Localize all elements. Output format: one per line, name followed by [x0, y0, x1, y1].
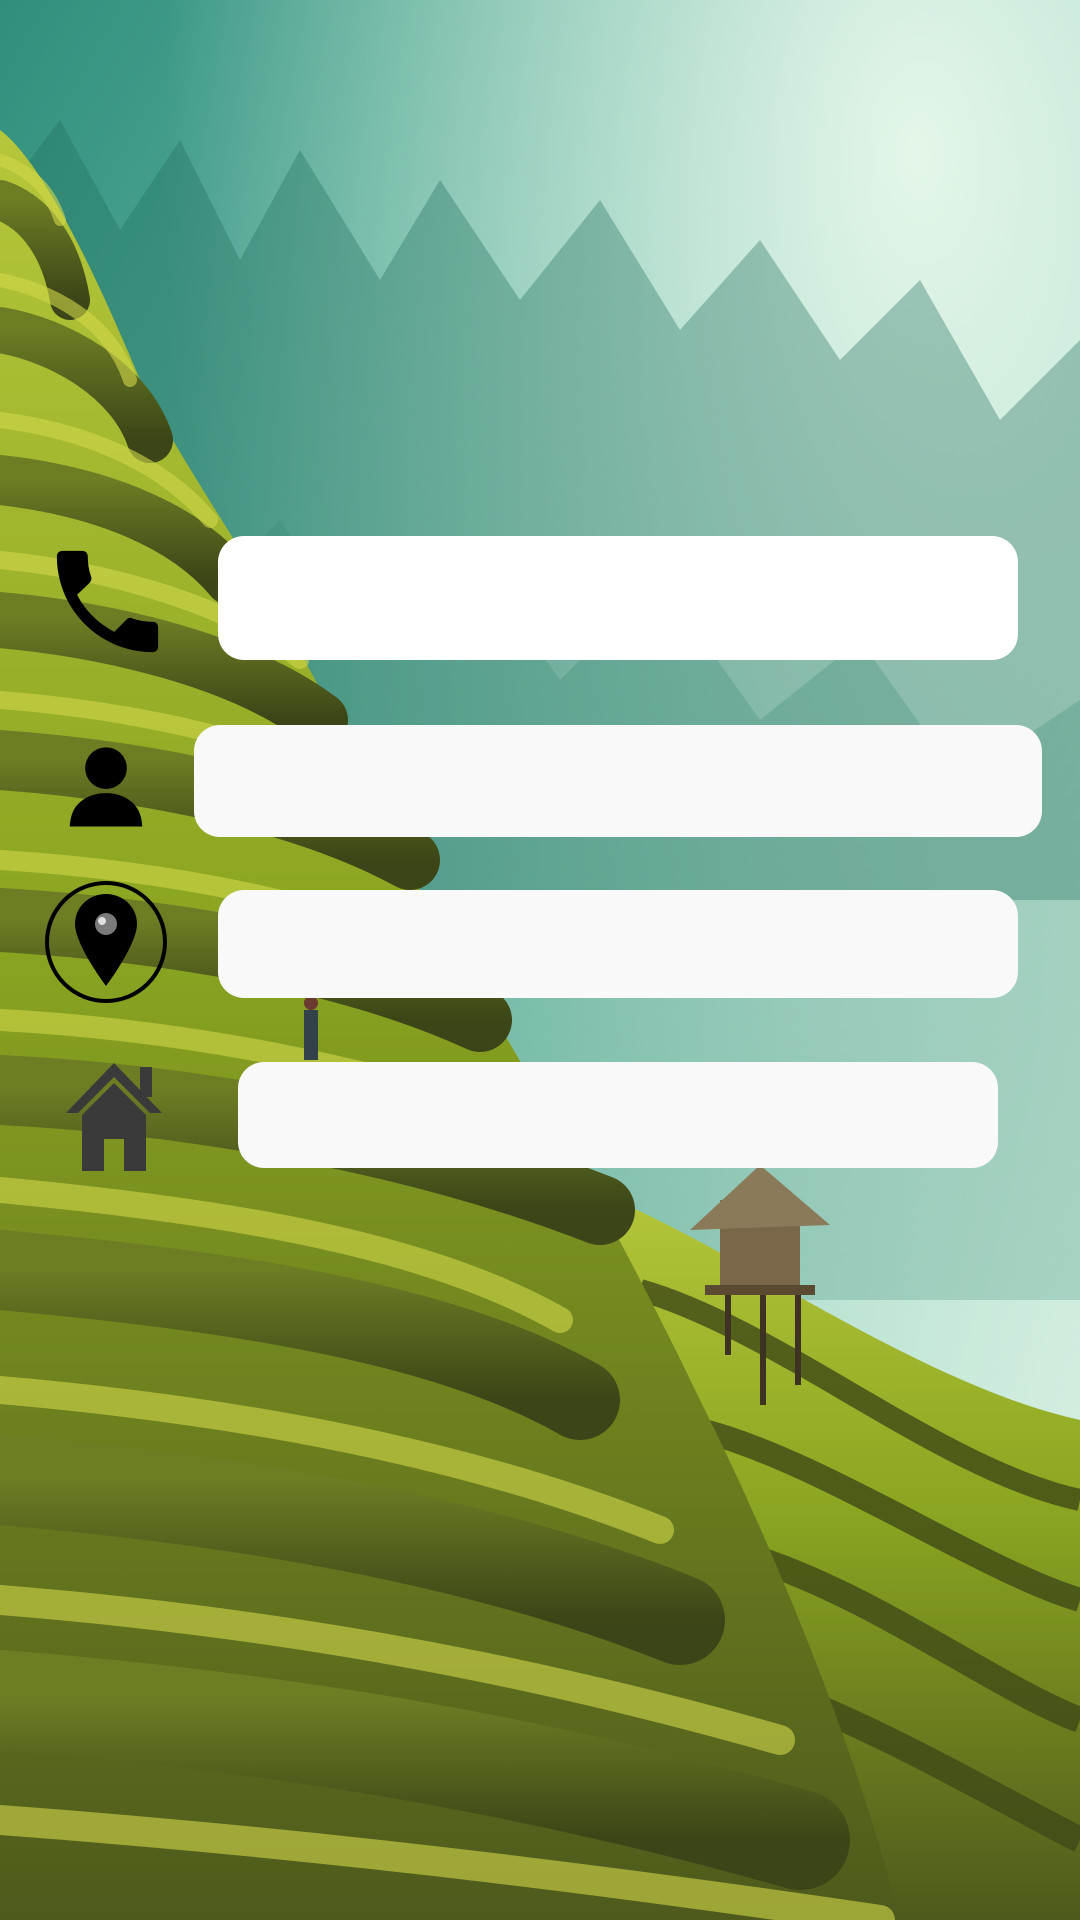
- location-pin-icon: [45, 881, 167, 1003]
- home-address-input[interactable]: [238, 1062, 998, 1168]
- contact-form-screen: [0, 0, 1080, 1920]
- address-input[interactable]: [218, 890, 1018, 998]
- location-field-row: [0, 880, 1080, 1005]
- home-field-row: [0, 1055, 1080, 1175]
- person-icon: [69, 747, 143, 827]
- name-field-row: [0, 725, 1080, 840]
- phone-icon: [56, 550, 159, 653]
- phone-input[interactable]: [218, 536, 1018, 660]
- home-icon: [66, 1063, 162, 1171]
- phone-field-row: [0, 534, 1080, 664]
- name-input[interactable]: [194, 725, 1042, 837]
